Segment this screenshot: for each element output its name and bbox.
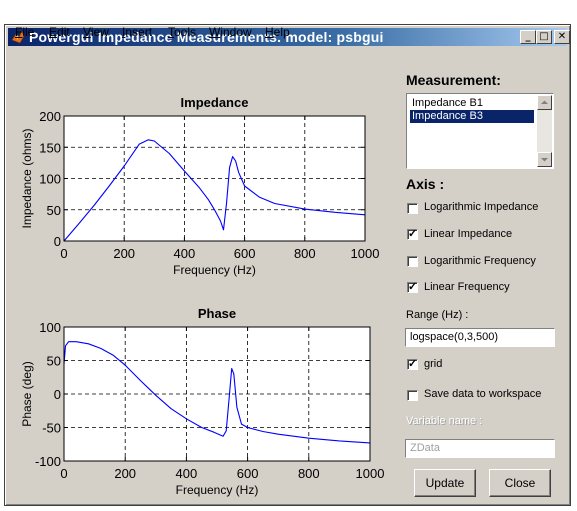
arrow-up-icon bbox=[541, 100, 548, 104]
scroll-down-button[interactable] bbox=[537, 152, 552, 167]
x-tick-label: 400 bbox=[176, 466, 198, 481]
x-tick-label: 600 bbox=[237, 466, 259, 481]
x-tick-label: 0 bbox=[60, 246, 67, 261]
log-frequency-label: Logarithmic Frequency bbox=[424, 255, 536, 267]
log-impedance-checkbox[interactable] bbox=[407, 203, 418, 214]
x-tick-label: 200 bbox=[113, 246, 135, 261]
y-axis-label: Phase (deg) bbox=[20, 361, 34, 426]
y-tick-label: 50 bbox=[47, 203, 61, 218]
impedance-plot[interactable]: 0 200 400 600 800 1000 0 50 100 150 200 Impedance Fr… bbox=[20, 95, 379, 277]
range-label: Range (Hz) : bbox=[406, 309, 469, 321]
plot-title: Impedance bbox=[181, 95, 249, 110]
y-tick-label: 100 bbox=[39, 320, 61, 335]
y-tick-label: 200 bbox=[39, 109, 61, 124]
x-tick-label: 800 bbox=[298, 466, 320, 481]
y-tick-label: 0 bbox=[54, 387, 61, 402]
range-input[interactable]: logspace(0,3,500) bbox=[405, 328, 555, 347]
save-data-checkbox[interactable] bbox=[407, 390, 418, 401]
y-tick-label: 50 bbox=[47, 354, 61, 369]
scroll-up-button[interactable] bbox=[537, 95, 552, 110]
variable-name-label: Variable name : bbox=[406, 415, 483, 427]
linear-impedance-label: Linear Impedance bbox=[424, 228, 513, 240]
x-tick-label: 0 bbox=[60, 466, 67, 481]
plot-title: Phase bbox=[198, 306, 236, 321]
x-tick-label: 200 bbox=[114, 466, 136, 481]
linear-impedance-checkbox[interactable]: ✓ bbox=[407, 228, 418, 240]
grid-label: grid bbox=[424, 358, 443, 370]
linear-impedance-check: ✓ bbox=[408, 228, 418, 240]
phase-plot[interactable]: 0 200 400 600 800 1000 -100 -50 0 50 100 Phase Frequ… bbox=[20, 306, 384, 497]
measurement-listbox[interactable]: Impedance B1 Impedance B3 bbox=[406, 93, 554, 169]
measurement-item-selected[interactable]: Impedance B3 bbox=[410, 110, 534, 123]
linear-frequency-checkbox[interactable]: ✓ bbox=[407, 281, 418, 293]
save-data-label: Save data to workspace bbox=[424, 388, 542, 400]
x-tick-label: 1000 bbox=[351, 246, 380, 261]
axis-title: Axis : bbox=[406, 176, 445, 192]
y-tick-label: 150 bbox=[39, 140, 61, 155]
measurement-item[interactable]: Impedance B1 bbox=[410, 97, 534, 110]
y-tick-label: -50 bbox=[42, 421, 61, 436]
y-tick-label: 100 bbox=[39, 172, 61, 187]
log-impedance-label: Logarithmic Impedance bbox=[424, 201, 539, 213]
listbox-scrollbar[interactable] bbox=[537, 95, 552, 167]
variable-name-input[interactable]: ZData bbox=[405, 439, 555, 458]
x-tick-label: 400 bbox=[174, 246, 196, 261]
x-axis-label: Frequency (Hz) bbox=[173, 263, 256, 277]
x-axis-label: Frequency (Hz) bbox=[176, 483, 259, 497]
measurement-title: Measurement: bbox=[406, 72, 501, 88]
update-button[interactable]: Update bbox=[414, 469, 476, 497]
x-tick-label: 600 bbox=[234, 246, 256, 261]
grid-checkbox[interactable]: ✓ bbox=[407, 358, 418, 370]
log-frequency-checkbox[interactable] bbox=[407, 256, 418, 267]
arrow-down-icon bbox=[541, 158, 548, 162]
y-axis-label: Impedance (ohms) bbox=[20, 128, 34, 228]
linear-frequency-check: ✓ bbox=[408, 281, 418, 293]
linear-frequency-label: Linear Frequency bbox=[424, 281, 510, 293]
x-tick-label: 800 bbox=[294, 246, 316, 261]
grid-check: ✓ bbox=[408, 358, 418, 370]
close-button[interactable]: Close bbox=[489, 469, 551, 497]
y-tick-label: -100 bbox=[35, 454, 61, 469]
x-tick-label: 1000 bbox=[356, 466, 385, 481]
y-tick-label: 0 bbox=[54, 234, 61, 249]
